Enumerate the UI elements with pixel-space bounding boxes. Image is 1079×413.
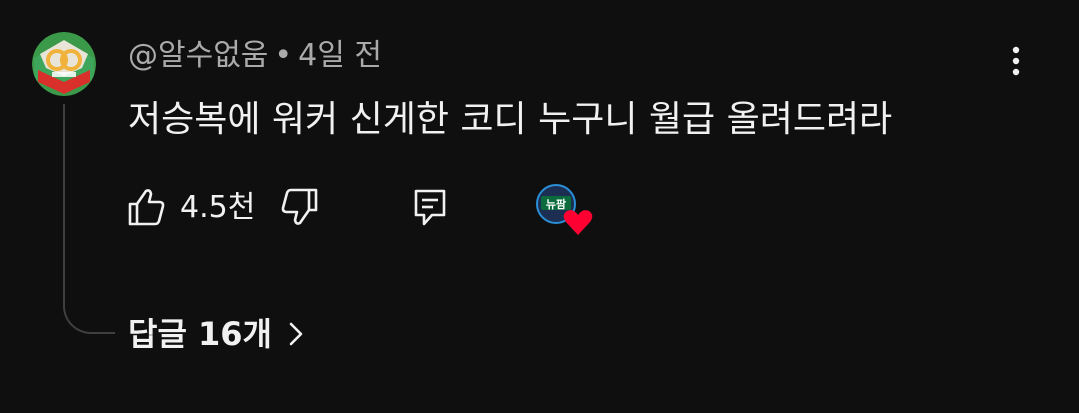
author-name[interactable]: @알수없움	[128, 38, 268, 73]
comment-thread: @알수없움 • 4일 전 저승복에 워커 신게한 코디 누구니 월급 올려드려라 4…	[0, 0, 1079, 413]
chevron-right-icon	[289, 322, 303, 346]
meta-separator: •	[274, 38, 293, 73]
comment-time[interactable]: 4일 전	[298, 38, 382, 73]
heart-icon	[563, 210, 593, 235]
comment-meta: @알수없움 • 4일 전	[128, 36, 382, 76]
reply-comment-icon	[414, 189, 446, 226]
creator-heart-badge[interactable]: 뉴팜	[536, 184, 594, 236]
more-options-button[interactable]	[998, 42, 1034, 82]
avatar-image	[32, 32, 96, 96]
author-avatar[interactable]	[32, 32, 96, 96]
thumb-down-icon	[281, 188, 318, 225]
creator-heart-avatar: 뉴팜	[536, 184, 593, 235]
view-replies-button[interactable]: 답글 16개	[128, 312, 306, 356]
like-count: 4.5천	[180, 190, 256, 225]
thumb-up-icon	[128, 189, 165, 226]
thread-connector-line	[63, 104, 115, 334]
like-button[interactable]	[126, 186, 166, 228]
svg-text:뉴팜: 뉴팜	[546, 197, 566, 211]
replies-count-label: 답글 16개	[128, 315, 272, 353]
dislike-button[interactable]	[278, 186, 320, 228]
comment-text: 저승복에 워커 신게한 코디 누구니 월급 올려드려라	[128, 99, 893, 140]
reply-button[interactable]	[410, 186, 450, 228]
more-vert-icon	[1012, 46, 1020, 76]
